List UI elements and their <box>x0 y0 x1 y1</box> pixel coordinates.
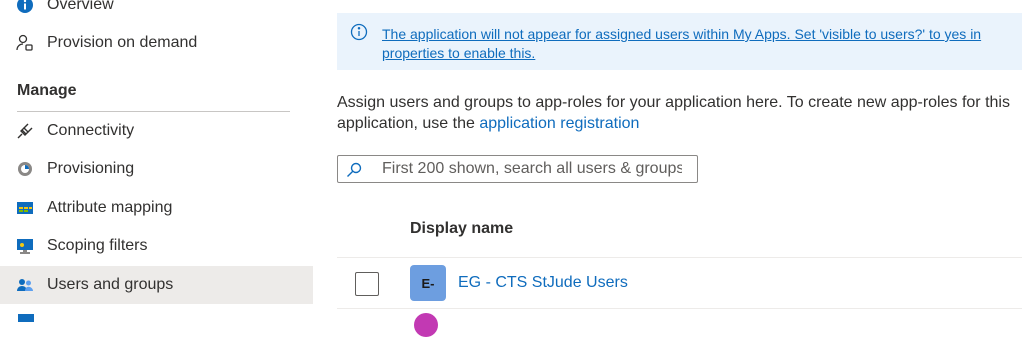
person-provision-icon <box>16 34 34 52</box>
sidebar: Overview Provision on demand Manage Conn… <box>0 0 313 322</box>
sidebar-item-label: Provision on demand <box>47 34 198 51</box>
sidebar-item-label: Provisioning <box>47 160 135 177</box>
table-icon <box>16 199 34 217</box>
search-box[interactable] <box>337 155 698 183</box>
description-body: Assign users and groups to app-roles for… <box>337 94 1010 132</box>
description-text: Assign users and groups to app-roles for… <box>337 92 1017 134</box>
provisioning-icon <box>16 160 34 178</box>
sidebar-item-overview[interactable]: Overview <box>0 0 313 24</box>
sidebar-item-label: Users and groups <box>47 276 174 293</box>
search-icon <box>346 162 362 178</box>
partial-nav-icon <box>18 314 34 322</box>
sidebar-item-users-and-groups[interactable]: Users and groups <box>0 266 313 304</box>
table-divider <box>337 308 1022 309</box>
table-divider <box>337 257 1022 258</box>
banner-message-link[interactable]: The application will not appear for assi… <box>382 25 1012 63</box>
column-header-display-name[interactable]: Display name <box>410 220 513 238</box>
avatar: E- <box>410 265 446 301</box>
row-checkbox[interactable] <box>355 272 379 296</box>
info-banner: The application will not appear for assi… <box>337 13 1022 70</box>
sidebar-item-label: Connectivity <box>47 122 135 139</box>
info-circle-icon <box>350 23 368 41</box>
monitor-icon <box>16 237 34 255</box>
search-input[interactable] <box>382 158 682 180</box>
people-icon <box>16 276 34 294</box>
sidebar-item-connectivity[interactable]: Connectivity <box>0 112 313 150</box>
sidebar-item-provision-on-demand[interactable]: Provision on demand <box>0 24 313 62</box>
sidebar-item-scoping-filters[interactable]: Scoping filters <box>0 227 313 265</box>
section-heading-manage: Manage <box>17 82 77 99</box>
avatar <box>414 313 438 337</box>
sidebar-item-label: Attribute mapping <box>47 199 173 216</box>
sidebar-item-provisioning[interactable]: Provisioning <box>0 150 313 188</box>
plug-icon <box>16 122 34 140</box>
sidebar-item-attribute-mapping[interactable]: Attribute mapping <box>0 189 313 227</box>
row-name-link[interactable]: EG - CTS StJude Users <box>458 274 628 292</box>
sidebar-item-label: Scoping filters <box>47 237 148 254</box>
info-icon <box>16 0 34 14</box>
application-registration-link[interactable]: application registration <box>479 115 639 132</box>
sidebar-item-label: Overview <box>47 0 114 13</box>
